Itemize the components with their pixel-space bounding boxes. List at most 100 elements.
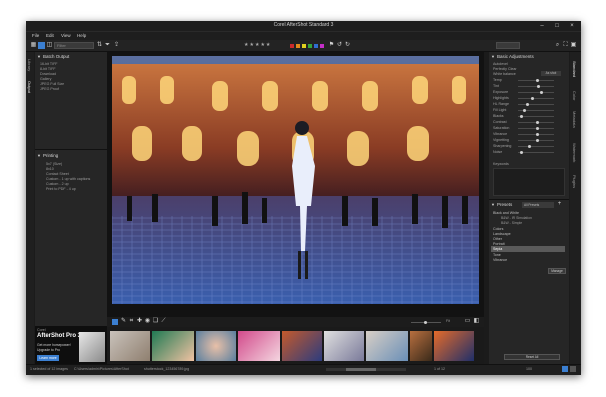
status-view-icon[interactable] (562, 366, 568, 372)
fill-light-slider-knob[interactable] (523, 109, 526, 112)
folder-path[interactable]: C:\Users\admin\Pictures\AfterShot (74, 367, 129, 371)
thumbnail[interactable] (110, 331, 150, 361)
menu-view[interactable]: View (61, 33, 71, 38)
presets-title[interactable]: Presets (497, 202, 512, 207)
thumbnail[interactable] (366, 331, 408, 361)
saturation-slider-knob[interactable] (536, 127, 539, 130)
single-view-icon[interactable] (38, 42, 45, 49)
collapse-triangle-icon[interactable]: ▼ (37, 54, 41, 59)
redeye-icon[interactable]: ◉ (144, 318, 151, 325)
vignetting-slider-knob[interactable] (536, 139, 539, 142)
blacks-slider[interactable] (518, 116, 554, 117)
menu-help[interactable]: Help (77, 33, 86, 38)
perfectly-clear-label[interactable]: Perfectly Clear (493, 67, 517, 71)
autolevel-label[interactable]: Autolevel (493, 62, 508, 66)
search-icon[interactable]: ⌕ (554, 42, 561, 49)
straighten-icon[interactable]: ✎ (120, 318, 127, 325)
rotate-left-icon[interactable]: ↺ (336, 42, 343, 49)
tree-item[interactable]: Vibrance (493, 258, 507, 262)
zoom-slider-knob[interactable] (424, 321, 427, 324)
workspace-dropdown[interactable] (496, 42, 520, 49)
status-layout-icon[interactable] (570, 366, 576, 372)
label-red[interactable] (290, 44, 294, 48)
grid-view-icon[interactable]: ▦ (30, 42, 37, 49)
heal-icon[interactable]: ✚ (136, 318, 143, 325)
tree-item[interactable]: Sepia (493, 247, 502, 251)
promo-cta-button[interactable]: Learn more (37, 355, 59, 361)
label-blue[interactable] (314, 44, 318, 48)
exposure-slider[interactable] (518, 92, 554, 93)
tree-item[interactable]: Colors (493, 227, 503, 231)
batch-output-title[interactable]: Batch Output (43, 54, 69, 59)
tree-item[interactable]: Other (493, 237, 502, 241)
flag-icon[interactable]: ⚑ (328, 42, 335, 49)
thumbnail[interactable] (324, 331, 364, 361)
menu-file[interactable]: File (32, 33, 39, 38)
layout-icon[interactable]: ▣ (570, 42, 577, 49)
label-orange[interactable] (296, 44, 300, 48)
select-tool-icon[interactable] (112, 319, 118, 325)
scrollbar-thumb[interactable] (346, 368, 376, 371)
thumbnail[interactable] (238, 331, 280, 361)
tree-item[interactable]: Landscape (493, 232, 511, 236)
printing-title[interactable]: Printing (43, 153, 58, 158)
hl-range-slider[interactable] (518, 104, 554, 105)
tab-plugins[interactable]: Plugins (572, 175, 577, 188)
promo-banner[interactable]: Corel AfterShot Pro 3 Get more horsepowe… (35, 326, 107, 364)
filter-icon[interactable]: ⏷ (104, 42, 111, 49)
compare-icon[interactable]: ◧ (473, 318, 480, 325)
tint-slider[interactable] (518, 86, 554, 87)
thumbnail[interactable] (434, 331, 474, 361)
thumbnail[interactable] (410, 331, 432, 361)
reset-all-button[interactable]: Reset All (504, 354, 560, 360)
label-yellow[interactable] (302, 44, 306, 48)
thumbnail[interactable] (196, 331, 236, 361)
temp-slider-knob[interactable] (536, 79, 539, 82)
crop-icon[interactable]: ⌗ (128, 318, 135, 325)
list-item[interactable]: JPEG Proof (40, 87, 64, 92)
contrast-slider-knob[interactable] (536, 121, 539, 124)
noise-slider[interactable] (518, 152, 554, 153)
basic-adjustments-title[interactable]: Basic Adjustments (497, 54, 534, 59)
manage-button[interactable]: Manage (548, 268, 566, 274)
keywords-field[interactable] (493, 168, 565, 196)
exposure-slider-knob[interactable] (540, 91, 543, 94)
thumbnail[interactable] (282, 331, 322, 361)
thumbnail[interactable] (152, 331, 194, 361)
vibrance-slider-knob[interactable] (536, 133, 539, 136)
add-preset-icon[interactable]: + (556, 201, 563, 208)
tab-output[interactable]: Output (27, 81, 32, 93)
tab-watermark[interactable]: Watermark (572, 143, 577, 162)
sharpening-slider-knob[interactable] (528, 145, 531, 148)
filter-input[interactable]: Filter (54, 42, 94, 49)
compare-view-icon[interactable]: ◫ (46, 42, 53, 49)
rotate-right-icon[interactable]: ↻ (344, 42, 351, 49)
collapse-triangle-icon[interactable]: ▼ (491, 54, 495, 59)
export-icon[interactable]: ⇪ (113, 42, 120, 49)
minimize-button[interactable]: – (535, 21, 549, 31)
tab-metadata[interactable]: Metadata (572, 111, 577, 128)
tab-library[interactable]: Library (27, 59, 32, 71)
label-magenta[interactable] (320, 44, 324, 48)
layers-icon[interactable]: ❏ (152, 318, 159, 325)
close-button[interactable]: × (565, 21, 579, 31)
main-photo[interactable] (112, 56, 479, 304)
white-balance-dropdown[interactable]: As shot (541, 71, 561, 76)
collapse-triangle-icon[interactable]: ▼ (37, 153, 41, 158)
highlights-slider[interactable] (518, 98, 554, 99)
collapse-triangle-icon[interactable]: ▼ (491, 202, 495, 207)
fullscreen-icon[interactable]: ⛶ (562, 42, 569, 49)
tab-color[interactable]: Color (572, 91, 577, 101)
rating-stars[interactable]: ★★★★★ (244, 42, 271, 48)
presets-dropdown[interactable]: All Presets (522, 202, 554, 208)
tree-item[interactable]: Black and White (493, 211, 519, 215)
noise-slider-knob[interactable] (520, 151, 523, 154)
label-green[interactable] (308, 44, 312, 48)
highlights-slider-knob[interactable] (531, 97, 534, 100)
sort-icon[interactable]: ⇅ (96, 42, 103, 49)
blacks-slider-knob[interactable] (520, 115, 523, 118)
fit-view-icon[interactable]: ▭ (464, 318, 471, 325)
hl-range-slider-knob[interactable] (526, 103, 529, 106)
tab-standard[interactable]: Standard (572, 61, 577, 77)
zoom-label[interactable]: Fit (446, 319, 450, 323)
